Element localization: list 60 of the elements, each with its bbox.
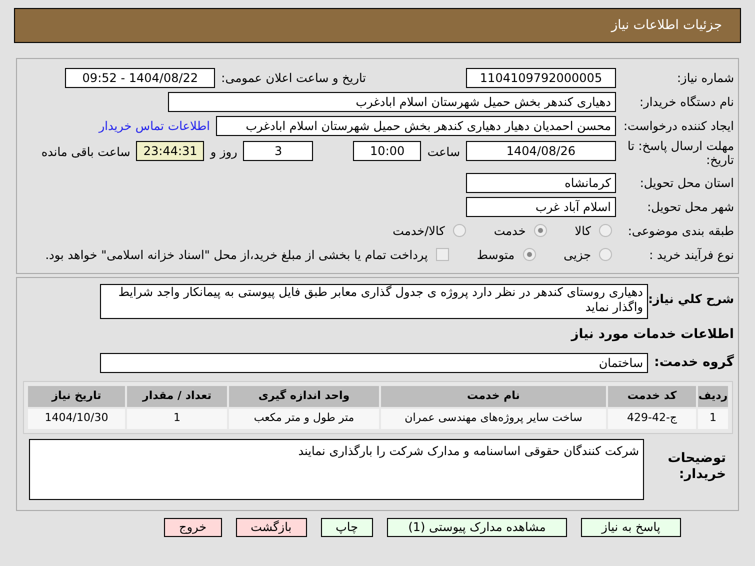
column-header: واحد اندازه گیری bbox=[229, 386, 379, 406]
radio-label: خدمت bbox=[494, 222, 526, 240]
radio-button[interactable] bbox=[534, 224, 547, 237]
radio-label: کالا bbox=[574, 222, 591, 240]
buyer-contact-link[interactable]: اطلاعات تماس خریدار bbox=[98, 116, 210, 134]
table-cell: 1404/10/30 bbox=[28, 408, 125, 428]
page-header: جزئیات اطلاعات نیاز bbox=[14, 8, 741, 43]
need-number-field: 1104109792000005 bbox=[466, 68, 616, 88]
action-button[interactable]: بازگشت bbox=[236, 518, 307, 536]
field-label: استان محل تحویل: bbox=[638, 174, 734, 192]
checkbox-label: پرداخت تمام یا بخشی از مبلغ خرید،از محل "اسناد خزانه اسلامی" خواهد بود. bbox=[45, 246, 428, 264]
field-label: نام دستگاه خریدار: bbox=[638, 94, 734, 110]
table-cell: متر طول و متر مکعب bbox=[229, 408, 379, 428]
field-label: طبقه بندی موضوعی: bbox=[626, 222, 734, 240]
field-label: شهر محل تحویل: bbox=[646, 198, 734, 216]
field-label: نوع فرآیند خرید : bbox=[648, 246, 734, 264]
radio-label: متوسط bbox=[476, 246, 515, 264]
announce-date-field: 1404/08/22 - 09:52 bbox=[65, 68, 216, 88]
deadline-time-field: 10:00 bbox=[353, 141, 422, 161]
service-group-field: ساختمان bbox=[100, 352, 648, 372]
radio-button[interactable] bbox=[599, 248, 612, 261]
column-header: تاریخ نیاز bbox=[28, 386, 125, 406]
field-label: ساعت باقی مانده bbox=[41, 144, 130, 161]
column-header: نام خدمت bbox=[381, 386, 606, 406]
field-label: توضیحات خریدار: bbox=[666, 450, 727, 482]
city-field: اسلام آباد غرب bbox=[466, 196, 616, 216]
field-label: مهلت ارسال پاسخ: تا تاریخ: bbox=[626, 139, 734, 167]
table-cell: ج-42-429 bbox=[608, 408, 696, 428]
radio-label: جزیی bbox=[564, 246, 591, 264]
field-label: تاریخ و ساعت اعلان عمومی: bbox=[221, 70, 366, 86]
description-textarea: دهیاری روستای کندهر در نظر دارد پروژه ی جدول گذاری معابر طبق فایل پیوستی به پیمانکار واجد شرایط واگذار نماید bbox=[100, 284, 648, 319]
action-button[interactable]: چاپ bbox=[320, 518, 373, 536]
checkbox[interactable] bbox=[436, 248, 449, 261]
remaining-time-field: 23:44:31 bbox=[136, 141, 204, 161]
days-field: 3 bbox=[243, 141, 314, 161]
column-header: تعداد / مقدار bbox=[127, 386, 227, 406]
buyer-notes-textarea: شرکت کنندگان حقوقی اساسنامه و مدارک شرکت را بارگذاری نمایند bbox=[29, 438, 644, 500]
action-button[interactable]: مشاهده مدارک پیوستی (1) bbox=[386, 518, 567, 536]
table-cell: 1 bbox=[698, 408, 728, 428]
column-header: ردیف bbox=[698, 386, 728, 406]
radio-button[interactable] bbox=[522, 248, 536, 261]
field-label: شماره نیاز: bbox=[676, 70, 734, 86]
province-field: کرمانشاه bbox=[466, 172, 616, 192]
radio-label: کالا/خدمت bbox=[392, 222, 445, 240]
radio-button[interactable] bbox=[452, 224, 466, 237]
table-cell: ساخت سایر پروژه‌های مهندسی عمران bbox=[381, 408, 606, 428]
action-button[interactable]: خروج bbox=[164, 518, 222, 536]
action-button[interactable]: پاسخ به نیاز bbox=[580, 518, 681, 536]
radio-button[interactable] bbox=[599, 224, 612, 237]
field-label: شرح کلي نیاز: bbox=[648, 291, 734, 308]
field-label: ایجاد کننده درخواست: bbox=[622, 118, 734, 134]
field-label: ساعت bbox=[427, 144, 460, 161]
field-label: گروه خدمت: bbox=[653, 353, 734, 372]
column-header: کد خدمت bbox=[608, 386, 696, 406]
creator-field: محسن احمدیان دهیار دهیاری کندهر بخش حمیل شهرستان اسلام ابادغرب bbox=[216, 116, 616, 136]
deadline-date-field: 1404/08/26 bbox=[466, 141, 616, 161]
section-title: اطلاعات خدمات مورد نیاز bbox=[571, 326, 734, 344]
table-cell: 1 bbox=[127, 408, 227, 428]
buyer-org-field: دهیاری کندهر بخش حمیل شهرستان اسلام ابادغرب bbox=[168, 92, 616, 112]
field-label: روز و bbox=[210, 144, 238, 161]
